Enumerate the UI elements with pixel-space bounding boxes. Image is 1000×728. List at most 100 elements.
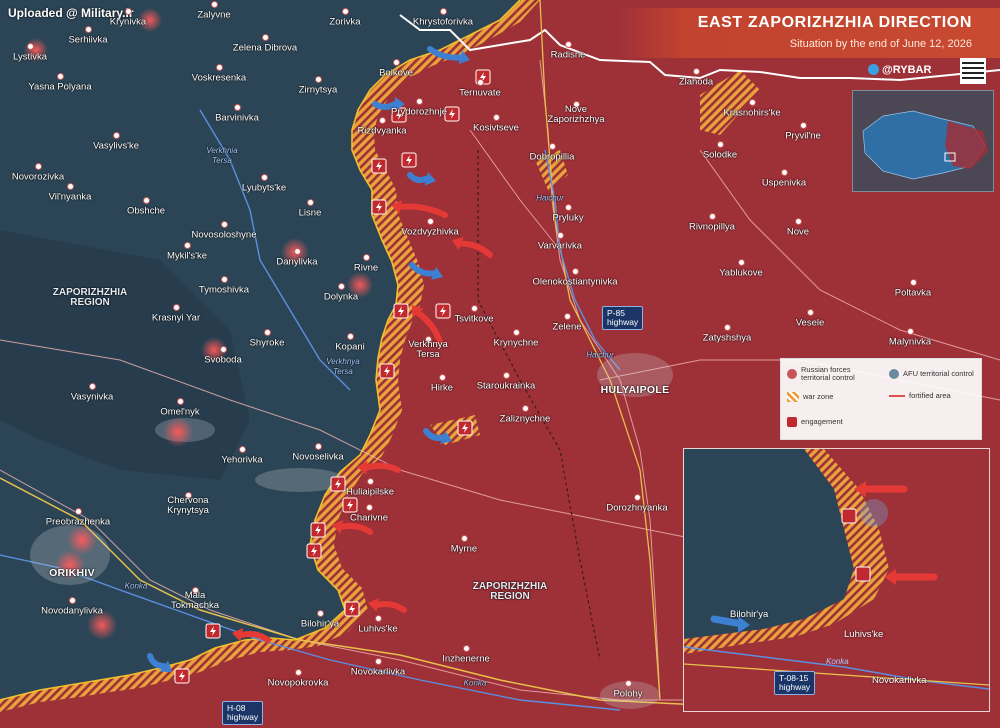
settlement-dot-icon (572, 268, 579, 275)
settlement-dot-icon (113, 132, 120, 139)
settlement-dot-icon (439, 374, 446, 381)
settlement-label: Olenokostiantynivka (532, 276, 618, 288)
settlement-dot-icon (264, 329, 271, 336)
settlement-label: Novoselivka (292, 451, 344, 463)
settlement-label: Serhiivka (68, 34, 108, 46)
legend-engagement-label: engagement (801, 417, 843, 426)
highway-label: P-85 highway (602, 306, 644, 330)
settlement-dot-icon (35, 163, 42, 170)
settlement-dot-icon (564, 313, 571, 320)
settlement-label: Voskresenka (191, 72, 247, 84)
engagement-lightning-icon (310, 522, 326, 538)
settlement-dot-icon (261, 174, 268, 181)
settlement-dot-icon (781, 169, 788, 176)
settlement-label: Novosoloshyne (191, 229, 257, 241)
zoom-river-label: Konka (826, 657, 849, 666)
legend-fortified-label: fortified area (909, 391, 951, 400)
settlement-dot-icon (67, 183, 74, 190)
legend-engagement: engagement (787, 417, 843, 427)
settlement-label: Inzhenerne (442, 653, 490, 665)
engagement-lightning-icon (205, 623, 221, 639)
settlement-label: Zelene (552, 321, 582, 333)
settlement-label: Novopokrovka (267, 677, 329, 689)
settlement-dot-icon (795, 218, 802, 225)
settlement-dot-icon (557, 232, 564, 239)
engagement-lightning-icon (457, 420, 473, 436)
brand-label: @RYBAR (882, 64, 932, 76)
zoom-label: Luhivs'ke (844, 629, 884, 640)
zoom-inset-bilohirya: Bilohir'ya Luhivs'ke Novokarlivka Konka … (683, 448, 990, 712)
river-label: Verkhnya Tersa (326, 357, 360, 376)
settlement-label: Tymoshivka (198, 284, 250, 296)
settlement-label: Shyroke (249, 337, 285, 349)
settlement-dot-icon (234, 104, 241, 111)
map-canvas: Uploaded @ Military.ir EAST ZAPORIZHZHIA… (0, 0, 1000, 728)
russian-controlled-east (945, 121, 988, 169)
zoom-inset-svg (684, 449, 989, 711)
settlement-label: Boikove (379, 67, 413, 79)
settlement-label: Lyubyts'ke (241, 182, 287, 194)
settlement-dot-icon (221, 276, 228, 283)
settlement-label: Vesele (795, 317, 825, 329)
settlement-dot-icon (724, 324, 731, 331)
settlement-dot-icon (513, 329, 520, 336)
settlement-dot-icon (294, 248, 301, 255)
settlement-label: Barvinivka (215, 112, 259, 124)
settlement-label: Dorozhnyanka (606, 502, 668, 514)
settlement-label: Obshche (126, 205, 166, 217)
settlement-label: Zorivka (329, 16, 361, 28)
settlement-label: Novokarlivka (350, 666, 406, 678)
engagement-lightning-icon (342, 497, 358, 513)
legend-russian-label: Russian forces territorial control (801, 365, 855, 382)
telegram-icon (868, 64, 879, 75)
settlement-label: Dolynka (323, 291, 359, 303)
settlement-label: Vozdvyzhivka (401, 226, 459, 238)
settlement-dot-icon (315, 443, 322, 450)
settlement-dot-icon (477, 79, 484, 86)
engagement-lightning-icon (344, 601, 360, 617)
legend-war-zone-label: war zone (803, 392, 834, 401)
settlement-label: Pryvil'ne (785, 130, 821, 142)
settlement-label: Ternuvate (459, 87, 501, 99)
river-label: Haichur (586, 350, 614, 360)
legend: Russian forces territorial control AFU t… (780, 358, 982, 440)
settlement-dot-icon (27, 43, 34, 50)
settlement-label: Pryluky (552, 212, 584, 224)
settlement-dot-icon (184, 242, 191, 249)
settlement-dot-icon (367, 478, 374, 485)
settlement-label: Malynivka (888, 336, 932, 348)
settlement-dot-icon (317, 610, 324, 617)
settlement-dot-icon (625, 680, 632, 687)
settlement-label: Staroukrainka (476, 380, 536, 392)
settlement-label: Myrne (450, 543, 478, 555)
settlement-label: Lystivka (13, 51, 47, 63)
engagement-lightning-icon (435, 303, 451, 319)
settlement-dot-icon (216, 64, 223, 71)
settlement-label: Kopani (335, 341, 365, 353)
town-label: HULYAIPOLE (600, 384, 670, 396)
settlement-dot-icon (347, 333, 354, 340)
settlement-dot-icon (69, 597, 76, 604)
settlement-label: Vil'nyanka (48, 191, 92, 203)
settlement-label: Poltavka (894, 287, 932, 299)
settlement-dot-icon (910, 279, 917, 286)
settlement-label: Nove (786, 226, 810, 238)
settlement-dot-icon (471, 305, 478, 312)
settlement-dot-icon (549, 143, 556, 150)
settlement-dot-icon (75, 508, 82, 515)
legend-swatch-afu (889, 369, 899, 379)
settlement-dot-icon (295, 669, 302, 676)
region-label: ZAPORIZHZHIA REGION (52, 287, 128, 308)
legend-swatch-war-zone (787, 392, 799, 402)
settlement-dot-icon (693, 68, 700, 75)
settlement-label: Zalyvne (197, 9, 231, 21)
region-label: ZAPORIZHZHIA REGION (472, 581, 548, 602)
settlement-dot-icon (416, 98, 423, 105)
engagement-lightning-icon (306, 543, 322, 559)
legend-afu-label: AFU territorial control (903, 369, 974, 378)
engagement-lightning-icon (401, 152, 417, 168)
settlement-label: Krynychne (493, 337, 539, 349)
settlement-label: Krynivka (109, 16, 147, 28)
settlement-label: Charivne (349, 512, 389, 524)
river-label: Konka (124, 581, 148, 591)
